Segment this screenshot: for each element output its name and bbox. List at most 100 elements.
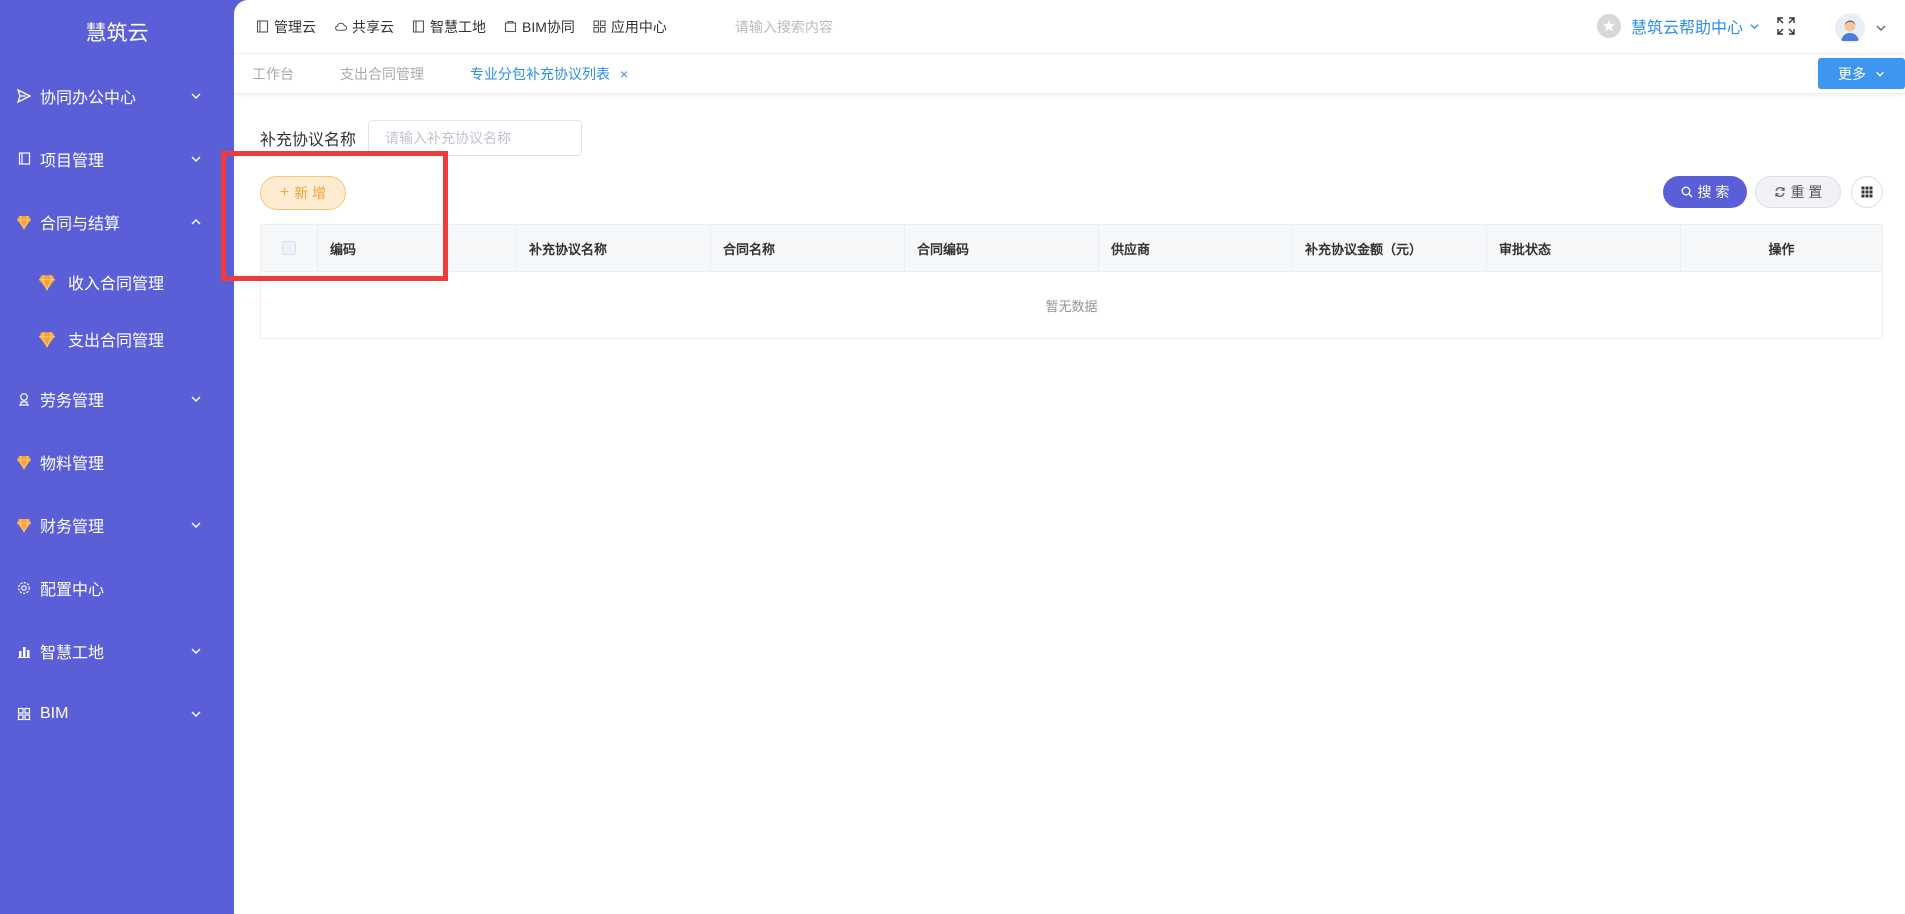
- chevron-down-icon: [190, 153, 202, 165]
- gem-icon: [16, 214, 32, 230]
- box-icon: [504, 20, 517, 33]
- reset-button[interactable]: 重 置: [1755, 176, 1841, 208]
- top-search-input[interactable]: 请输入搜索内容: [735, 17, 1035, 37]
- sidebar: 慧筑云 协同办公中心 项目管理 合同与结算 收入合同管理 支出合同管理 劳务管理…: [0, 0, 234, 914]
- book-icon: [256, 20, 269, 33]
- nav-link-management-cloud[interactable]: 管理云: [256, 17, 316, 37]
- add-button-label: 新 增: [294, 185, 327, 201]
- cloud-icon: [334, 20, 347, 33]
- add-button[interactable]: + 新 增: [260, 176, 346, 210]
- gem-icon: [38, 330, 56, 348]
- filter-row: 补充协议名称: [260, 120, 1883, 156]
- more-button[interactable]: 更多: [1818, 58, 1905, 89]
- nav-link-smart-site[interactable]: 智慧工地: [412, 17, 486, 37]
- column-header-supplement-name[interactable]: 补充协议名称: [517, 225, 711, 271]
- actions-row: + 新 增 搜 索 重 置: [260, 176, 1883, 212]
- gear-icon: [16, 580, 32, 596]
- gem-icon: [16, 454, 32, 470]
- empty-state-text: 暂无数据: [1045, 298, 1098, 314]
- sidebar-item-bim[interactable]: BIM: [0, 682, 234, 745]
- main-panel: 管理云 共享云 智慧工地 BIM协同 应用中心 请输入搜索内容 慧筑云帮助中心: [234, 0, 1905, 914]
- nav-link-bim-collab[interactable]: BIM协同: [504, 17, 575, 37]
- more-button-label: 更多: [1838, 65, 1866, 82]
- column-header-actions: 操作: [1768, 241, 1795, 257]
- app-logo-title[interactable]: 慧筑云: [0, 0, 234, 64]
- close-icon[interactable]: ×: [620, 66, 628, 82]
- tab-subcontract-supplement-list[interactable]: 专业分包补充协议列表 ×: [470, 64, 628, 84]
- column-header-supplier[interactable]: 供应商: [1099, 225, 1293, 271]
- sidebar-item-project[interactable]: 项目管理: [0, 127, 234, 190]
- sidebar-subitem-income-contract[interactable]: 收入合同管理: [0, 253, 234, 310]
- column-header-code[interactable]: 编码: [318, 225, 517, 271]
- chevron-down-icon: [190, 645, 202, 657]
- sidebar-item-label: 项目管理: [40, 152, 105, 170]
- sidebar-item-labor[interactable]: 劳务管理: [0, 367, 234, 430]
- chevron-down-icon: [190, 90, 202, 102]
- column-header-supplement-amount[interactable]: 补充协议金额（元）: [1293, 225, 1487, 271]
- sidebar-item-label: 配置中心: [40, 581, 105, 599]
- apps-icon: [593, 20, 606, 33]
- fullscreen-icon[interactable]: [1777, 17, 1795, 35]
- search-button-label: 搜 索: [1697, 184, 1730, 200]
- sidebar-subitem-label: 收入合同管理: [68, 275, 165, 293]
- column-header-contract-name[interactable]: 合同名称: [711, 225, 905, 271]
- chevron-down-icon: [190, 708, 202, 720]
- nav-link-label: 共享云: [352, 18, 394, 35]
- reset-button-label: 重 置: [1790, 184, 1823, 200]
- worker-icon: [16, 391, 32, 407]
- nav-link-app-center[interactable]: 应用中心: [593, 17, 667, 37]
- sidebar-item-config-center[interactable]: 配置中心: [0, 556, 234, 619]
- help-logo-icon: [1596, 14, 1621, 38]
- nav-link-label: 管理云: [274, 18, 316, 35]
- help-center-label: 慧筑云帮助中心: [1630, 20, 1743, 37]
- tab-expense-contract[interactable]: 支出合同管理: [340, 64, 424, 84]
- book-icon: [412, 20, 425, 33]
- sidebar-item-label: 智慧工地: [40, 644, 105, 662]
- sidebar-subitem-label: 支出合同管理: [68, 332, 165, 350]
- sidebar-item-contract-settlement[interactable]: 合同与结算: [0, 190, 234, 253]
- table-header: 编码 补充协议名称 合同名称 合同编码 供应商 补充协议金额（元） 审批状态 操…: [261, 225, 1882, 272]
- sidebar-item-label: BIM: [40, 704, 69, 722]
- grid-icon: [1861, 186, 1873, 198]
- data-table: 编码 补充协议名称 合同名称 合同编码 供应商 补充协议金额（元） 审批状态 操…: [260, 224, 1883, 339]
- nav-link-shared-cloud[interactable]: 共享云: [334, 17, 394, 37]
- tab-label: 工作台: [252, 65, 294, 82]
- search-button[interactable]: 搜 索: [1663, 176, 1747, 208]
- column-settings-button[interactable]: [1851, 176, 1883, 208]
- sidebar-item-label: 物料管理: [40, 455, 105, 473]
- chevron-down-icon[interactable]: [1875, 21, 1887, 33]
- select-all-checkbox[interactable]: [282, 241, 296, 255]
- chevron-down-icon: [1875, 69, 1885, 79]
- grid-icon: [16, 706, 32, 722]
- tab-workbench[interactable]: 工作台: [252, 64, 294, 84]
- chevron-down-icon: [190, 393, 202, 405]
- gem-icon: [16, 517, 32, 533]
- column-header-approval-status[interactable]: 审批状态: [1487, 225, 1681, 271]
- book-icon: [16, 151, 32, 167]
- content-area: 补充协议名称 + 新 增 搜 索 重 置: [234, 94, 1905, 339]
- select-all-cell: [261, 225, 318, 271]
- refresh-icon: [1774, 186, 1786, 198]
- send-icon: [16, 88, 32, 104]
- chevron-down-icon: [1749, 21, 1760, 32]
- sidebar-item-label: 合同与结算: [40, 215, 121, 233]
- nav-link-label: 智慧工地: [430, 18, 486, 35]
- search-icon: [1681, 186, 1693, 198]
- column-header-contract-code[interactable]: 合同编码: [905, 225, 1099, 271]
- gem-icon: [38, 273, 56, 291]
- plus-icon: +: [279, 184, 290, 201]
- filter-label: 补充协议名称: [260, 132, 357, 149]
- tab-label: 支出合同管理: [340, 65, 424, 82]
- help-center-dropdown[interactable]: 慧筑云帮助中心: [1596, 14, 1760, 38]
- sidebar-item-smart-site[interactable]: 智慧工地: [0, 619, 234, 682]
- bar-chart-icon: [16, 643, 32, 659]
- top-navbar: 管理云 共享云 智慧工地 BIM协同 应用中心 请输入搜索内容 慧筑云帮助中心: [234, 0, 1905, 54]
- sidebar-item-collab-office[interactable]: 协同办公中心: [0, 64, 234, 127]
- supplement-name-input[interactable]: [368, 120, 583, 156]
- chevron-down-icon: [190, 519, 202, 531]
- sidebar-item-materials[interactable]: 物料管理: [0, 430, 234, 493]
- sidebar-item-finance[interactable]: 财务管理: [0, 493, 234, 556]
- tab-bar: 工作台 支出合同管理 专业分包补充协议列表 × 更多: [234, 54, 1905, 94]
- sidebar-subitem-expense-contract[interactable]: 支出合同管理: [0, 310, 234, 367]
- user-avatar[interactable]: [1835, 13, 1865, 43]
